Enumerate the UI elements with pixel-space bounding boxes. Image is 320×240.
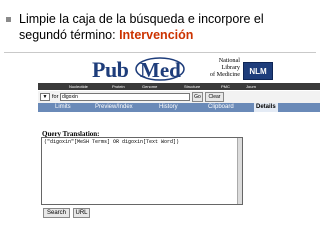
nlm-name: National Library of Medicine [196,57,240,78]
search-input[interactable] [60,93,190,101]
top-nav: Nucleotide Protein Genome Structure PMC … [38,83,320,90]
search-bar: ▼ for Go Clear [38,91,320,103]
feature-tabs: Limits Preview/Index History Clipboard D… [38,103,320,112]
nav-item-nucleotide[interactable]: Nucleotide [69,83,88,90]
nlm-line: of Medicine [209,71,240,78]
query-translation-text: ("digoxin"[MeSH Terms] OR digoxin[Text W… [44,139,180,145]
nlm-logo[interactable]: NLM [243,62,273,80]
pubmed-logo-med: Med [140,58,181,82]
for-label: for [52,94,59,100]
tab-preview-index[interactable]: Preview/Index [95,103,133,112]
tab-clipboard[interactable]: Clipboard [208,103,234,112]
nav-item-pmc[interactable]: PMC [221,83,230,90]
pubmed-logo[interactable]: Pub Med [92,57,192,83]
nav-item-protein[interactable]: Protein [112,83,125,90]
query-translation-box[interactable]: ("digoxin"[MeSH Terms] OR digoxin[Text W… [41,137,243,205]
pubmed-logo-pub: Pub [92,57,129,82]
search-button[interactable]: Search [43,208,70,218]
slide-divider [4,52,316,53]
query-translation-scrollbar[interactable] [237,138,242,204]
clear-button[interactable]: Clear [205,92,224,102]
nlm-line: National [218,57,240,64]
nav-item-journals[interactable]: Journ [246,83,256,90]
tab-history[interactable]: History [159,103,178,112]
slide-title: Limpie la caja de la búsqueda e incorpor… [19,11,314,43]
pubmed-logo-med-badge: Med [135,57,185,82]
go-button[interactable]: Go [192,92,203,102]
url-button[interactable]: URL [73,208,90,218]
title-bullet [6,17,11,22]
nav-item-structure[interactable]: Structure [184,83,200,90]
slide-title-highlight: Intervención [119,28,194,42]
nlm-line: Library [221,64,240,71]
tab-limits[interactable]: Limits [55,103,71,112]
database-select[interactable]: ▼ [40,93,50,101]
tab-details[interactable]: Details [254,103,278,112]
nav-item-genome[interactable]: Genome [142,83,157,90]
